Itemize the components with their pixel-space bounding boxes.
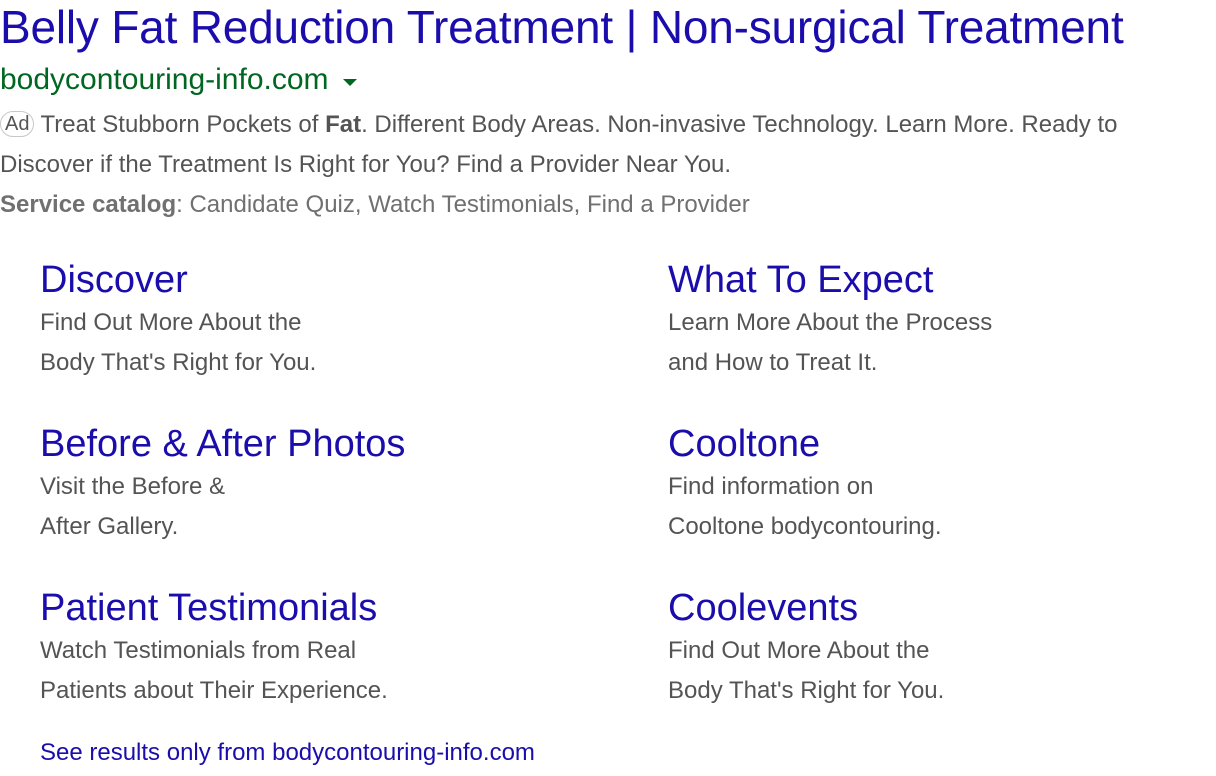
- caret-down-icon[interactable]: [342, 78, 357, 86]
- ad-description: Ad Treat Stubborn Pockets of Fat. Differe…: [0, 105, 1210, 185]
- sitelink-description-line: Find Out More About the: [40, 309, 302, 336]
- service-catalog-label: Service catalog: [0, 191, 177, 218]
- ad-display-url[interactable]: bodycontouring-info.com: [0, 63, 329, 97]
- sitelink-description-line: Visit the Before &: [40, 473, 225, 500]
- ad-title-link[interactable]: Belly Fat Reduction Treatment | Non-surg…: [0, 0, 1124, 54]
- sitelink-title-coolevents[interactable]: Coolevents: [668, 585, 1188, 631]
- sitelink-discover: Discover Find Out More About the Body Th…: [40, 257, 560, 383]
- service-catalog-items: Candidate Quiz, Watch Testimonials, Find…: [189, 191, 750, 218]
- sitelink-description-line: and How to Treat It.: [668, 349, 878, 376]
- service-catalog-separator: :: [176, 191, 190, 218]
- sitelink-title-what-to-expect[interactable]: What To Expect: [668, 257, 1188, 303]
- sitelink-coolevents: Coolevents Find Out More About the Body …: [668, 585, 1188, 711]
- sitelink-description-line: Patients about Their Experience.: [40, 677, 388, 704]
- sitelink-description-line: Body That's Right for You.: [668, 677, 945, 704]
- sitelink-title-patient-testimonials[interactable]: Patient Testimonials: [40, 585, 560, 631]
- sitelink-description-line: Cooltone bodycontouring.: [668, 513, 942, 540]
- sitelink-description-line: Find information on: [668, 473, 874, 500]
- sitelink-description-line: Watch Testimonials from Real: [40, 637, 357, 664]
- ad-description-text-1: Treat Stubborn Pockets of: [40, 111, 326, 138]
- sitelink-before-after-photos: Before & After Photos Visit the Before &…: [40, 421, 560, 547]
- sitelink-title-cooltone[interactable]: Cooltone: [668, 421, 1188, 467]
- see-results-link[interactable]: See results only from bodycontouring-inf…: [40, 736, 535, 770]
- sitelink-description-line: After Gallery.: [40, 513, 179, 540]
- sitelink-patient-testimonials: Patient Testimonials Watch Testimonials …: [40, 585, 560, 711]
- service-catalog: Service catalog: Candidate Quiz, Watch T…: [0, 185, 750, 225]
- sitelink-what-to-expect: What To Expect Learn More About the Proc…: [668, 257, 1188, 383]
- ad-badge: Ad: [0, 111, 35, 137]
- ad-description-bold: Fat: [325, 111, 362, 138]
- ad-url-line: bodycontouring-info.com: [0, 60, 357, 100]
- sitelink-cooltone: Cooltone Find information on Cooltone bo…: [668, 421, 1188, 547]
- sitelink-description-line: Find Out More About the: [668, 637, 930, 664]
- sitelink-title-before-after-photos[interactable]: Before & After Photos: [40, 421, 560, 467]
- sitelink-title-discover[interactable]: Discover: [40, 257, 560, 303]
- sitelink-description-line: Learn More About the Process: [668, 309, 993, 336]
- sitelink-description-line: Body That's Right for You.: [40, 349, 317, 376]
